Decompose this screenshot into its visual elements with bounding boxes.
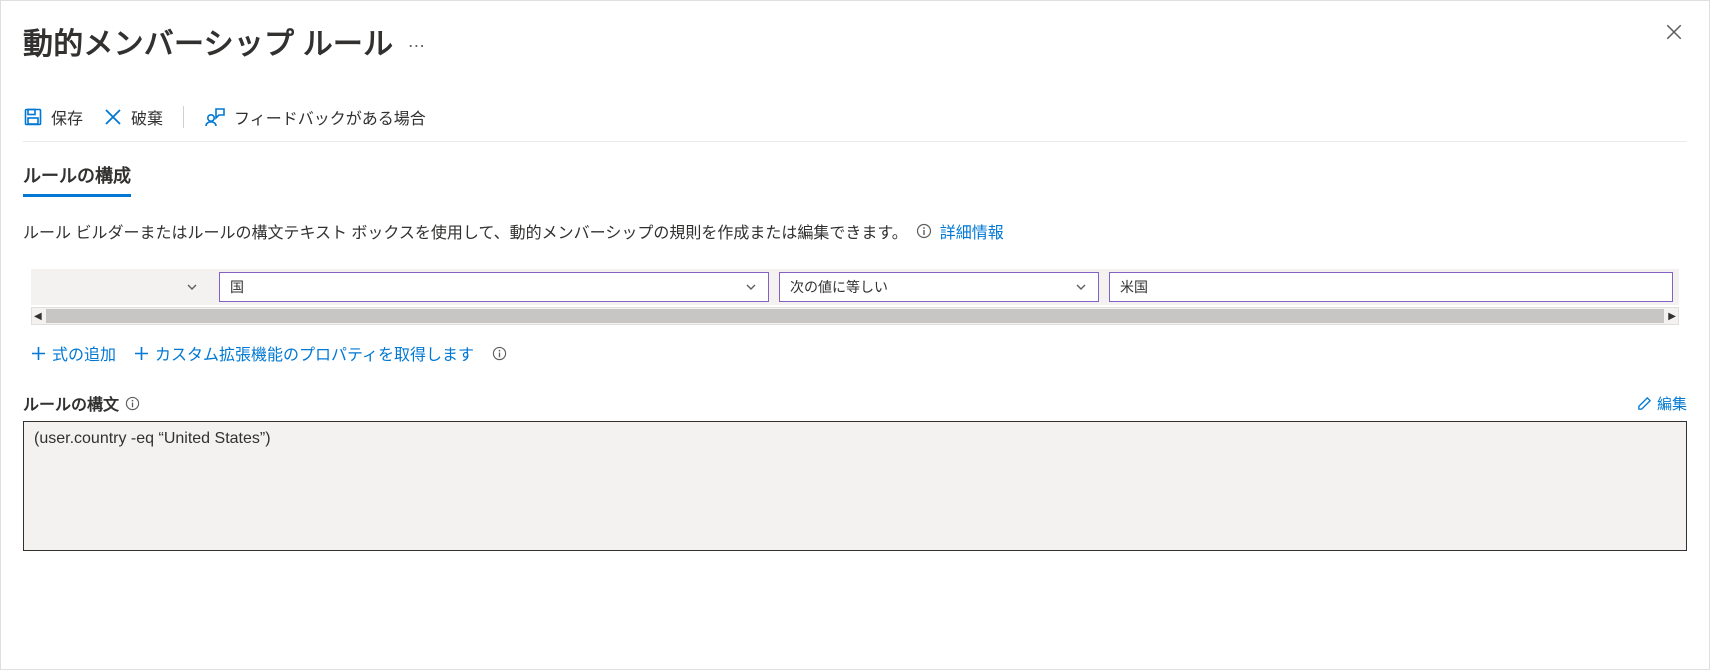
page-title: 動的メンバーシップ ルール [23, 19, 393, 63]
scrollbar-track[interactable] [46, 309, 1665, 323]
syntax-textbox[interactable]: (user.country -eq “United States”) [23, 421, 1687, 551]
discard-button[interactable]: 破棄 [103, 105, 163, 129]
chevron-down-icon [744, 280, 758, 294]
value-input[interactable]: 米国 [1109, 272, 1673, 302]
plus-icon [134, 346, 149, 361]
operator-dropdown[interactable]: 次の値に等しい [779, 272, 1099, 302]
feedback-label: フィードバックがある場合 [234, 105, 426, 129]
save-label: 保存 [51, 105, 83, 129]
get-custom-props-button[interactable]: カスタム拡張機能のプロパティを取得します [134, 341, 474, 365]
property-value: 国 [230, 277, 244, 297]
add-expression-button[interactable]: 式の追加 [31, 341, 116, 365]
property-dropdown[interactable]: 国 [219, 272, 769, 302]
feedback-button[interactable]: フィードバックがある場合 [204, 105, 426, 129]
save-button[interactable]: 保存 [23, 105, 83, 129]
horizontal-scrollbar[interactable]: ◀ ▶ [31, 307, 1679, 325]
tab-bar: ルールの構成 [23, 162, 1687, 197]
value-text: 米国 [1120, 277, 1148, 297]
discard-icon [103, 107, 123, 127]
description-text: ルール ビルダーまたはルールの構文テキスト ボックスを使用して、動的メンバーシッ… [23, 219, 908, 243]
scroll-left-icon[interactable]: ◀ [34, 311, 42, 322]
discard-label: 破棄 [131, 105, 163, 129]
info-icon[interactable] [492, 346, 507, 361]
rule-row: 国 次の値に等しい 米国 [31, 269, 1679, 305]
add-expression-label: 式の追加 [52, 341, 116, 365]
command-bar: 保存 破棄 フィードバックがある場合 [23, 105, 1687, 142]
learn-more-link[interactable]: 詳細情報 [940, 219, 1004, 243]
syntax-value: (user.country -eq “United States”) [34, 430, 271, 447]
toolbar-separator [183, 106, 184, 128]
get-custom-props-label: カスタム拡張機能のプロパティを取得します [155, 341, 474, 365]
syntax-title-row: ルールの構文 [23, 391, 140, 415]
pane-header: 動的メンバーシップ ルール … [23, 19, 1687, 63]
operator-value: 次の値に等しい [790, 277, 888, 297]
builder-links: 式の追加 カスタム拡張機能のプロパティを取得します [31, 341, 1679, 365]
edit-syntax-button[interactable]: 編集 [1637, 393, 1687, 414]
info-icon[interactable] [916, 223, 932, 239]
save-icon [23, 107, 43, 127]
description-row: ルール ビルダーまたはルールの構文テキスト ボックスを使用して、動的メンバーシッ… [23, 219, 1687, 243]
edit-label: 編集 [1657, 393, 1687, 414]
syntax-header: ルールの構文 編集 [23, 391, 1687, 415]
plus-icon [31, 346, 46, 361]
pencil-icon [1637, 396, 1652, 411]
feedback-icon [204, 107, 226, 127]
syntax-label: ルールの構文 [23, 391, 119, 415]
rules-pane: 動的メンバーシップ ルール … 保存 破棄 フィードバックがある場合 [0, 0, 1710, 670]
chevron-down-icon [1074, 280, 1088, 294]
more-button[interactable]: … [407, 31, 427, 52]
rule-builder: 国 次の値に等しい 米国 ◀ ▶ [23, 269, 1687, 365]
tab-configure-rules[interactable]: ルールの構成 [23, 162, 131, 197]
chevron-down-icon [185, 280, 199, 294]
scroll-right-icon[interactable]: ▶ [1668, 311, 1676, 322]
close-button[interactable] [1661, 19, 1687, 45]
info-icon[interactable] [125, 396, 140, 411]
andor-dropdown[interactable] [37, 272, 209, 302]
close-icon [1665, 23, 1683, 41]
title-row: 動的メンバーシップ ルール … [23, 19, 427, 63]
